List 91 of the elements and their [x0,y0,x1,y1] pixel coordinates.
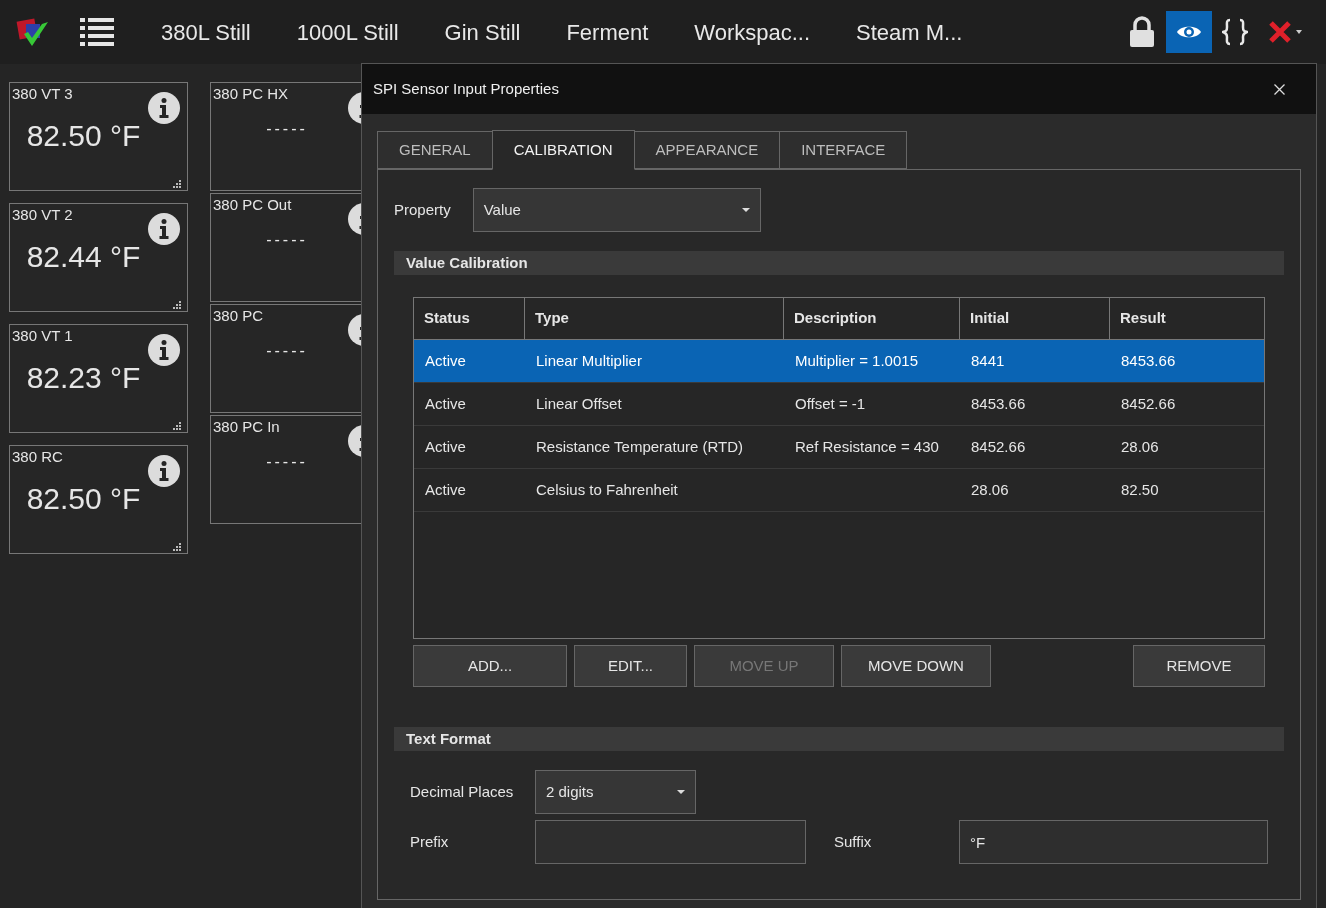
app-logo-icon[interactable] [16,16,50,48]
sensor-widget[interactable]: 380 PC Out ----- [210,193,361,302]
widget-value: 82.50 °F [26,118,141,154]
action-button[interactable]: MOVE DOWN [841,645,991,687]
action-button[interactable]: ADD... [413,645,567,687]
eye-button[interactable] [1166,11,1212,53]
sensor-widget[interactable]: 380 PC In ----- [210,415,361,524]
table-cell-text: Active [425,393,466,414]
sensor-widget[interactable]: 380 PC ----- [210,304,361,413]
caret-icon [741,208,750,212]
widget-label: 380 PC Out [213,195,292,215]
table-cell-text: Linear Offset [536,393,622,414]
table-cell-text: Multiplier = 1.0015 [795,350,918,371]
sensor-widget[interactable]: 380 PC HX ----- [210,82,361,191]
action-button[interactable]: EDIT... [574,645,687,687]
column-header[interactable]: Status [414,298,525,339]
table-cell-text: Linear Multiplier [536,350,642,371]
menu-tab[interactable]: Steam M... [833,15,986,49]
decimal-places-label: Decimal Places [410,781,515,802]
sensor-widget[interactable]: 380 VT 1 82.23 °F [9,324,188,433]
menu-tab[interactable]: 380L Still [138,15,274,49]
table-cell-text: Offset = -1 [795,393,866,414]
widget-label: 380 PC HX [213,84,289,104]
table-cell-text: 28.06 [971,479,1009,500]
caret-icon [1296,30,1302,34]
resize-grip-icon[interactable] [173,301,181,309]
column-header[interactable]: Description [784,298,960,339]
menu-tab[interactable]: Gin Still [421,15,544,49]
widget-label: 380 RC [12,447,63,467]
table-cell-text: 8453.66 [1121,350,1176,371]
dialog-tab[interactable]: GENERAL [377,131,493,169]
table-cell-text: 8453.66 [971,393,1026,414]
widget-label: 380 VT 3 [12,84,73,104]
table-cell-text: Active [425,350,466,371]
section-header: Value Calibration [394,251,1284,275]
sensor-widget[interactable]: 380 RC 82.50 °F [9,445,188,554]
table-cell-text: 8452.66 [971,436,1026,457]
suffix-field[interactable]: °F [959,820,1268,864]
section-header: Text Format [394,727,1284,751]
sensor-widget[interactable]: 380 VT 3 82.50 °F [9,82,188,191]
table-cell-text: 8452.66 [1121,393,1176,414]
decimal-places-dropdown[interactable]: 2 digits [535,770,696,814]
resize-grip-icon[interactable] [173,422,181,430]
lock-icon [1128,16,1156,48]
table-cell-text: 8441 [971,350,1005,371]
widget-value: 82.50 °F [26,481,141,517]
dialog-tab[interactable]: APPEARANCE [633,131,781,169]
widget-value: 82.23 °F [26,360,141,396]
table-cell-text: 82.50 [1121,479,1159,500]
suffix-label: Suffix [834,831,873,852]
menu-tab[interactable]: Ferment [543,15,672,49]
widget-label: 380 VT 2 [12,205,73,225]
menu-tab[interactable]: Workspac... [671,15,834,49]
table-cell-text: Active [425,436,466,457]
braces-icon [1222,18,1248,46]
resize-grip-icon[interactable] [173,180,181,188]
dialog-title: SPI Sensor Input Properties [373,78,559,99]
column-header[interactable]: Type [525,298,784,339]
close-icon [1268,20,1292,44]
table-cell-text: 28.06 [1121,436,1159,457]
widget-label: 380 PC [213,306,264,326]
widget-value: ----- [266,119,308,139]
table-row[interactable]: Active Linear Offset Offset = -1 8453.66 8452.66 [414,383,1264,426]
prefix-label: Prefix [410,831,450,852]
widget-label: 380 VT 1 [12,326,73,346]
property-dropdown[interactable]: Value [472,188,761,232]
menu-tab[interactable]: 1000L Still [273,15,422,49]
table-row[interactable]: Active Resistance Temperature (RTD) Ref Resistance = 430 8452.66 28.06 [414,426,1264,469]
close-icon [1273,83,1285,95]
table-cell-text: Active [425,479,466,500]
widget-value: ----- [266,230,308,250]
column-header[interactable]: Initial [960,298,1110,339]
menu-icon[interactable] [80,17,114,47]
prefix-field[interactable] [535,820,806,864]
widget-value: ----- [266,452,308,472]
action-button[interactable]: REMOVE [1133,645,1265,687]
dialog-tab[interactable]: INTERFACE [779,131,908,169]
table-row[interactable]: Active Linear Multiplier Multiplier = 1.0015 8441 8453.66 [414,340,1264,383]
table-cell-text: Celsius to Fahrenheit [536,479,678,500]
widget-value: 82.44 °F [26,239,141,275]
table-cell-text: Ref Resistance = 430 [795,436,939,457]
property-label: Property [394,199,451,220]
dialog-tab[interactable]: CALIBRATION [491,130,635,170]
table-cell-text: Resistance Temperature (RTD) [536,436,744,457]
resize-grip-icon[interactable] [173,543,181,551]
widget-value: ----- [266,341,308,361]
widget-label: 380 PC In [213,417,280,437]
column-header[interactable]: Result [1110,298,1264,339]
table-row[interactable]: Active Celsius to Fahrenheit 28.06 82.50 [414,469,1264,512]
caret-icon [677,790,685,794]
sensor-widget[interactable]: 380 VT 2 82.44 °F [9,203,188,312]
